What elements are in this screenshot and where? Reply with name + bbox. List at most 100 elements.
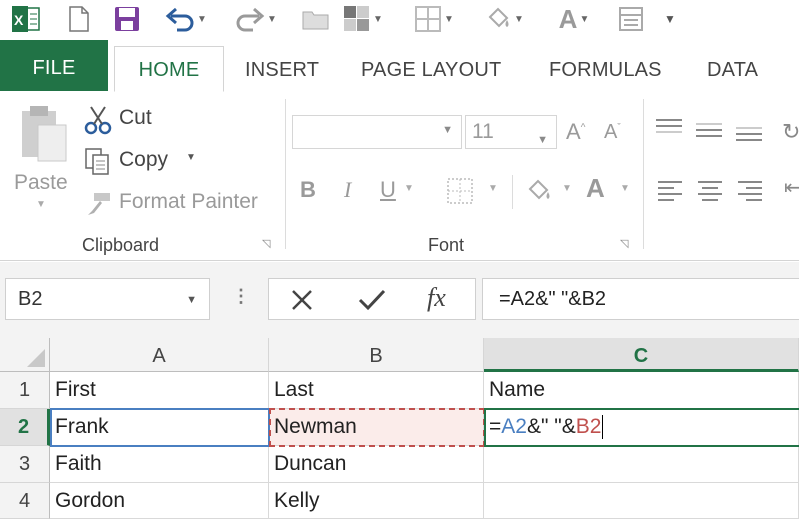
divider bbox=[512, 175, 513, 209]
font-name-combo[interactable]: ▼ bbox=[292, 115, 462, 149]
column-header-a[interactable]: A bbox=[50, 338, 269, 372]
fill-color-dropdown-icon[interactable]: ▼ bbox=[562, 183, 572, 194]
row-header-4[interactable]: 4 bbox=[0, 483, 50, 519]
chevron-down-icon: ▼ bbox=[537, 134, 548, 146]
svg-text:X: X bbox=[14, 12, 24, 28]
copy-label: Copy bbox=[119, 148, 169, 171]
name-box[interactable]: B2 ▼ bbox=[5, 278, 210, 320]
fill-color-icon[interactable]: ▼ bbox=[478, 4, 530, 34]
group-separator bbox=[285, 99, 286, 249]
cancel-icon[interactable] bbox=[289, 287, 315, 313]
tab-home[interactable]: HOME bbox=[114, 46, 224, 92]
formula-buttons: fx bbox=[268, 278, 476, 320]
copy-button[interactable]: Copy ▼ bbox=[84, 147, 200, 177]
paste-button[interactable]: Paste ▼ bbox=[14, 103, 70, 211]
format-painter-label: Format Painter bbox=[119, 190, 258, 213]
cut-label: Cut bbox=[119, 106, 152, 129]
copy-dropdown-icon[interactable]: ▼ bbox=[186, 152, 196, 163]
select-all-corner[interactable] bbox=[0, 338, 50, 372]
borders-button[interactable] bbox=[446, 177, 474, 210]
grow-font-button[interactable]: A^ bbox=[566, 119, 585, 145]
chevron-down-icon[interactable]: ▼ bbox=[186, 280, 197, 320]
tab-insert[interactable]: INSERT bbox=[245, 48, 319, 92]
fill-color-button[interactable] bbox=[524, 175, 554, 210]
form-icon[interactable] bbox=[614, 4, 648, 34]
cell-b2[interactable]: Newman bbox=[269, 409, 484, 446]
indent-icon[interactable]: ⇤ bbox=[784, 175, 799, 200]
cell-a4[interactable]: Gordon bbox=[50, 483, 269, 519]
italic-button[interactable]: I bbox=[344, 177, 351, 203]
open-icon[interactable] bbox=[300, 4, 332, 34]
cell-a3[interactable]: Faith bbox=[50, 446, 269, 483]
row-header-2[interactable]: 2 bbox=[0, 409, 50, 446]
select-all-icon bbox=[27, 349, 45, 367]
tab-formulas[interactable]: FORMULAS bbox=[549, 48, 662, 92]
font-color-icon[interactable]: A ▼ bbox=[548, 4, 600, 34]
shrink-font-icon: A bbox=[604, 121, 618, 143]
cell-a2[interactable]: Frank bbox=[50, 409, 269, 446]
cell-b1[interactable]: Last bbox=[269, 372, 484, 409]
text-cursor bbox=[602, 415, 604, 440]
paste-icon bbox=[22, 106, 67, 162]
customize-icon[interactable]: ▼ bbox=[660, 4, 680, 34]
cut-button[interactable]: Cut bbox=[84, 105, 174, 135]
scissors-icon bbox=[84, 106, 112, 135]
ribbon-home: Paste ▼ Cut Copy ▼ Format Painter Clipbo… bbox=[0, 91, 799, 261]
cell-b3[interactable]: Duncan bbox=[269, 446, 484, 483]
name-box-value: B2 bbox=[18, 288, 43, 310]
underline-button[interactable]: U bbox=[380, 177, 396, 203]
more-options-icon[interactable]: ⋮ bbox=[232, 286, 250, 307]
align-middle-icon[interactable] bbox=[694, 121, 724, 141]
cell-c3[interactable] bbox=[484, 446, 799, 483]
formula-input[interactable]: =A2&" "&B2 bbox=[482, 278, 799, 320]
redo-icon[interactable]: ▼ bbox=[228, 4, 284, 34]
undo-icon[interactable]: ▼ bbox=[158, 4, 214, 34]
borders-dropdown-icon[interactable]: ▼ bbox=[488, 183, 498, 194]
tab-file[interactable]: FILE bbox=[0, 40, 108, 92]
format-painter-button[interactable]: Format Painter bbox=[84, 189, 274, 219]
align-center-icon[interactable] bbox=[696, 179, 724, 201]
tab-data[interactable]: DATA bbox=[707, 48, 758, 92]
enter-check-icon[interactable] bbox=[357, 287, 387, 313]
align-top-icon[interactable] bbox=[654, 117, 684, 137]
column-header-c[interactable]: C bbox=[484, 338, 799, 372]
font-size-value: 11 bbox=[472, 120, 494, 143]
font-color-dropdown-icon[interactable]: ▼ bbox=[620, 183, 630, 194]
excel-logo-icon: X bbox=[8, 4, 44, 34]
cell-a1[interactable]: First bbox=[50, 372, 269, 409]
cell-b4[interactable]: Kelly bbox=[269, 483, 484, 519]
column-header-b[interactable]: B bbox=[269, 338, 484, 372]
paste-dropdown-icon[interactable]: ▼ bbox=[36, 199, 46, 210]
borders-icon[interactable]: ▼ bbox=[408, 4, 460, 34]
font-size-combo[interactable]: 11 ▼ bbox=[465, 115, 557, 149]
cell-c1[interactable]: Name bbox=[484, 372, 799, 409]
cell-c2-editing[interactable]: =A2&" "&B2 bbox=[484, 409, 799, 446]
insert-function-icon[interactable]: fx bbox=[427, 283, 446, 313]
underline-dropdown-icon[interactable]: ▼ bbox=[404, 183, 414, 194]
align-bottom-icon[interactable] bbox=[734, 125, 764, 145]
row-header-3[interactable]: 3 bbox=[0, 446, 50, 483]
row-header-1[interactable]: 1 bbox=[0, 372, 50, 409]
copy-icon bbox=[85, 148, 109, 175]
save-icon[interactable] bbox=[110, 4, 144, 34]
orientation-icon[interactable]: ↻ bbox=[782, 119, 799, 145]
align-left-icon[interactable] bbox=[656, 179, 684, 201]
format-icon[interactable]: ▼ bbox=[338, 4, 388, 34]
clipboard-group-label: Clipboard bbox=[82, 235, 160, 255]
font-launcher-icon[interactable]: ◹ bbox=[620, 237, 628, 250]
paintbrush-icon bbox=[88, 193, 110, 215]
align-right-icon[interactable] bbox=[736, 179, 764, 201]
grow-font-icon: A bbox=[566, 119, 581, 144]
tab-page-layout[interactable]: PAGE LAYOUT bbox=[361, 48, 501, 92]
quick-access-toolbar: X ▼ ▼ ▼ ▼ ▼ A ▼ ▼ bbox=[0, 0, 799, 40]
clipboard-launcher-icon[interactable]: ◹ bbox=[262, 237, 270, 250]
new-document-icon[interactable] bbox=[64, 4, 94, 34]
cell-c4[interactable] bbox=[484, 483, 799, 519]
group-separator bbox=[643, 99, 644, 249]
font-color-button[interactable]: A bbox=[586, 173, 605, 204]
formula-ref-b2: B2 bbox=[575, 415, 602, 438]
shrink-font-button[interactable]: Aˇ bbox=[604, 121, 621, 144]
ribbon-tabs: FILE HOME INSERT PAGE LAYOUT FORMULAS DA… bbox=[0, 40, 799, 92]
bold-button[interactable]: B bbox=[300, 177, 316, 203]
chevron-down-icon: ▼ bbox=[442, 124, 453, 136]
